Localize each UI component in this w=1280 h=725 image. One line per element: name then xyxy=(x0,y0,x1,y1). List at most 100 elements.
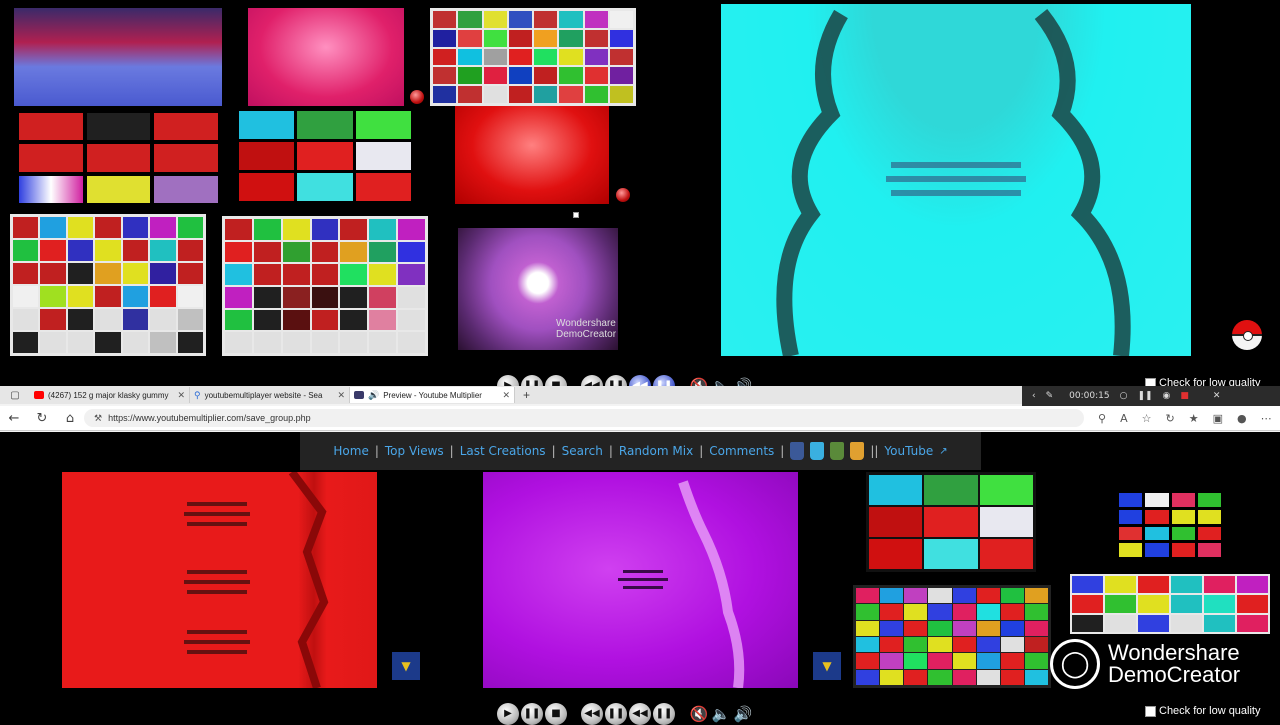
mute-icon[interactable]: 🔇 xyxy=(689,704,709,724)
camera-icon[interactable]: ◉ xyxy=(1163,391,1171,401)
close-recorder-icon[interactable]: ✕ xyxy=(1213,391,1221,401)
pause-button[interactable]: ❚❚ xyxy=(605,703,627,725)
volume-low-icon[interactable]: 🔈 xyxy=(711,704,731,724)
screenshot-thumbnail xyxy=(430,8,636,106)
zoom-icon[interactable]: ⚲ xyxy=(1098,412,1106,425)
share-cup-icon[interactable] xyxy=(830,442,845,460)
player-controls-bottom: ▶ ❚❚ ■ ◀◀ ❚❚ ◀◀ ❚❚ 🔇 🔈 🔊 xyxy=(497,703,753,725)
new-tab-button[interactable]: + xyxy=(515,388,538,402)
nav-home[interactable]: Home xyxy=(333,444,368,458)
screenshot-thumbnail xyxy=(10,214,206,356)
video-thumbnail-colors xyxy=(236,108,414,204)
tab-title: youtubemultiplayer website - Sea xyxy=(204,390,323,400)
checkbox-icon[interactable] xyxy=(1145,705,1156,717)
external-link-icon: ↗ xyxy=(939,445,948,457)
facebook-icon[interactable] xyxy=(790,442,805,460)
tab-title: (4267) 152 g major klasky gummy xyxy=(48,390,169,400)
watermark-line1: Wondershare xyxy=(1108,640,1240,665)
address-bar-row: ← ↻ ⌂ ⚒ https://www.youtubemultiplier.co… xyxy=(0,406,1280,431)
youtube-icon xyxy=(34,391,44,399)
browser-refresh-icon[interactable]: ↻ xyxy=(1165,412,1174,425)
recording-time: 00:00:15 xyxy=(1069,391,1110,401)
site-navigation: Home | Top Views | Last Creations | Search |… xyxy=(300,432,981,470)
profile-avatar-icon[interactable]: ● xyxy=(1237,412,1247,425)
nav-search[interactable]: Search xyxy=(562,444,603,458)
search-icon: ⚲ xyxy=(194,389,201,400)
pause-all-button[interactable]: ❚❚ xyxy=(521,703,543,725)
video-player-red[interactable] xyxy=(62,472,377,688)
nav-comments[interactable]: Comments xyxy=(709,444,774,458)
stop-all-button[interactable]: ■ xyxy=(545,703,567,725)
browser-window: ▢ (4267) 152 g major klasky gummy ✕ ⚲ yo… xyxy=(0,386,1280,434)
low-quality-checkbox-bottom[interactable]: Check for low quality xyxy=(1145,705,1261,717)
video-smoke-shapes xyxy=(776,9,1131,356)
lock-icon: ⚒ xyxy=(94,412,103,423)
pokeball-icon[interactable] xyxy=(1232,320,1262,350)
screenshot-thumbnail xyxy=(222,216,428,356)
watermark-text: Wondershare DemoCreator xyxy=(1108,642,1240,686)
red-dot-icon xyxy=(410,90,424,104)
pause-recording-icon[interactable]: ❚❚ xyxy=(1137,391,1152,401)
collections-icon[interactable]: ▣ xyxy=(1213,412,1223,425)
twitter-cup-icon[interactable] xyxy=(810,442,825,460)
video-thumbnail-squares[interactable] xyxy=(1116,490,1224,560)
home-icon[interactable]: ⌂ xyxy=(56,411,84,426)
site-icon xyxy=(354,391,364,399)
democreator-watermark: ◯ Wondershare DemoCreator xyxy=(1050,636,1270,692)
tab-youtube[interactable]: (4267) 152 g major klasky gummy ✕ xyxy=(30,387,190,403)
pen-icon[interactable]: ✎ xyxy=(1046,391,1054,401)
watermark-line2: DemoCreator xyxy=(1108,662,1241,687)
low-quality-label: Check for low quality xyxy=(1159,705,1261,717)
play-all-button[interactable]: ▶ xyxy=(497,703,519,725)
video-mini-thumbnail-icon[interactable]: ▼ xyxy=(392,652,420,680)
nav-last-creations[interactable]: Last Creations xyxy=(460,444,546,458)
close-tab-icon[interactable]: ✕ xyxy=(502,390,510,401)
nested-youtube-player xyxy=(14,8,222,106)
tab-preview[interactable]: 🔊 Preview - Youtube Multiplier ✕ xyxy=(350,387,515,403)
back-arrow-icon[interactable]: ← xyxy=(0,411,28,426)
video-thumbnail-colors-page[interactable] xyxy=(866,472,1036,572)
audio-playing-icon[interactable]: 🔊 xyxy=(368,390,379,401)
mini-watermark-line1: Wondershare xyxy=(556,318,616,329)
close-tab-icon[interactable]: ✕ xyxy=(337,390,345,401)
wondershare-mini-watermark: Wondershare DemoCreator xyxy=(530,318,630,346)
url-field[interactable]: ⚒ https://www.youtubemultiplier.com/save… xyxy=(84,409,1084,427)
red-dot-icon xyxy=(616,188,630,202)
democreator-logo-icon: ◯ xyxy=(1050,639,1100,689)
large-video-cyan xyxy=(721,4,1191,356)
video-thumbnail-mosaic[interactable] xyxy=(853,585,1051,688)
video-mini-thumbnail-icon[interactable]: ▼ xyxy=(813,652,841,680)
url-text: https://www.youtubemultiplier.com/save_g… xyxy=(108,413,311,423)
tab-search[interactable]: ⚲ youtubemultiplayer website - Sea ✕ xyxy=(190,387,350,403)
video-thumbnail-red xyxy=(455,106,609,204)
mini-watermark-line2: DemoCreator xyxy=(556,329,617,340)
blogger-cup-icon[interactable] xyxy=(850,442,865,460)
volume-high-icon[interactable]: 🔊 xyxy=(733,704,753,724)
refresh-icon[interactable]: ↻ xyxy=(28,411,56,426)
recorder-toolbar: ‹ ✎ 00:00:15 ○ ❚❚ ◉ ■ ✕ xyxy=(1022,386,1280,406)
low-quality-checkbox-nested xyxy=(573,212,579,218)
close-tab-icon[interactable]: ✕ xyxy=(177,390,185,401)
skip-back-button[interactable]: ◀◀ xyxy=(629,703,651,725)
nav-youtube-link[interactable]: YouTube xyxy=(884,444,933,458)
pause-alt-button[interactable]: ❚❚ xyxy=(653,703,675,725)
video-distortion xyxy=(184,472,329,688)
read-aloud-icon[interactable]: A xyxy=(1120,412,1128,425)
tab-actions-icon[interactable]: ▢ xyxy=(0,390,30,401)
nav-random-mix[interactable]: Random Mix xyxy=(619,444,693,458)
favorite-star-icon[interactable]: ☆ xyxy=(1142,412,1152,425)
rewind-button[interactable]: ◀◀ xyxy=(581,703,603,725)
favorites-icon[interactable]: ★ xyxy=(1189,412,1199,425)
video-thumbnail-collage xyxy=(16,110,221,206)
video-distortion xyxy=(618,480,745,688)
stop-recording-icon[interactable]: ■ xyxy=(1180,391,1189,401)
more-menu-icon[interactable]: ⋯ xyxy=(1261,412,1272,425)
nested-preview-area: Wondershare DemoCreator ▶ ❚❚ ■ ◀◀ ❚❚ ◀◀ … xyxy=(0,0,1280,397)
video-thumbnail-screenshot[interactable] xyxy=(1070,574,1270,634)
chevron-left-icon[interactable]: ‹ xyxy=(1032,391,1036,401)
video-player-purple[interactable] xyxy=(483,472,798,688)
shield-icon: ○ xyxy=(1119,391,1128,401)
video-thumbnail-pink xyxy=(248,8,404,106)
tab-title: Preview - Youtube Multiplier xyxy=(383,390,482,400)
nav-top-views[interactable]: Top Views xyxy=(385,444,444,458)
